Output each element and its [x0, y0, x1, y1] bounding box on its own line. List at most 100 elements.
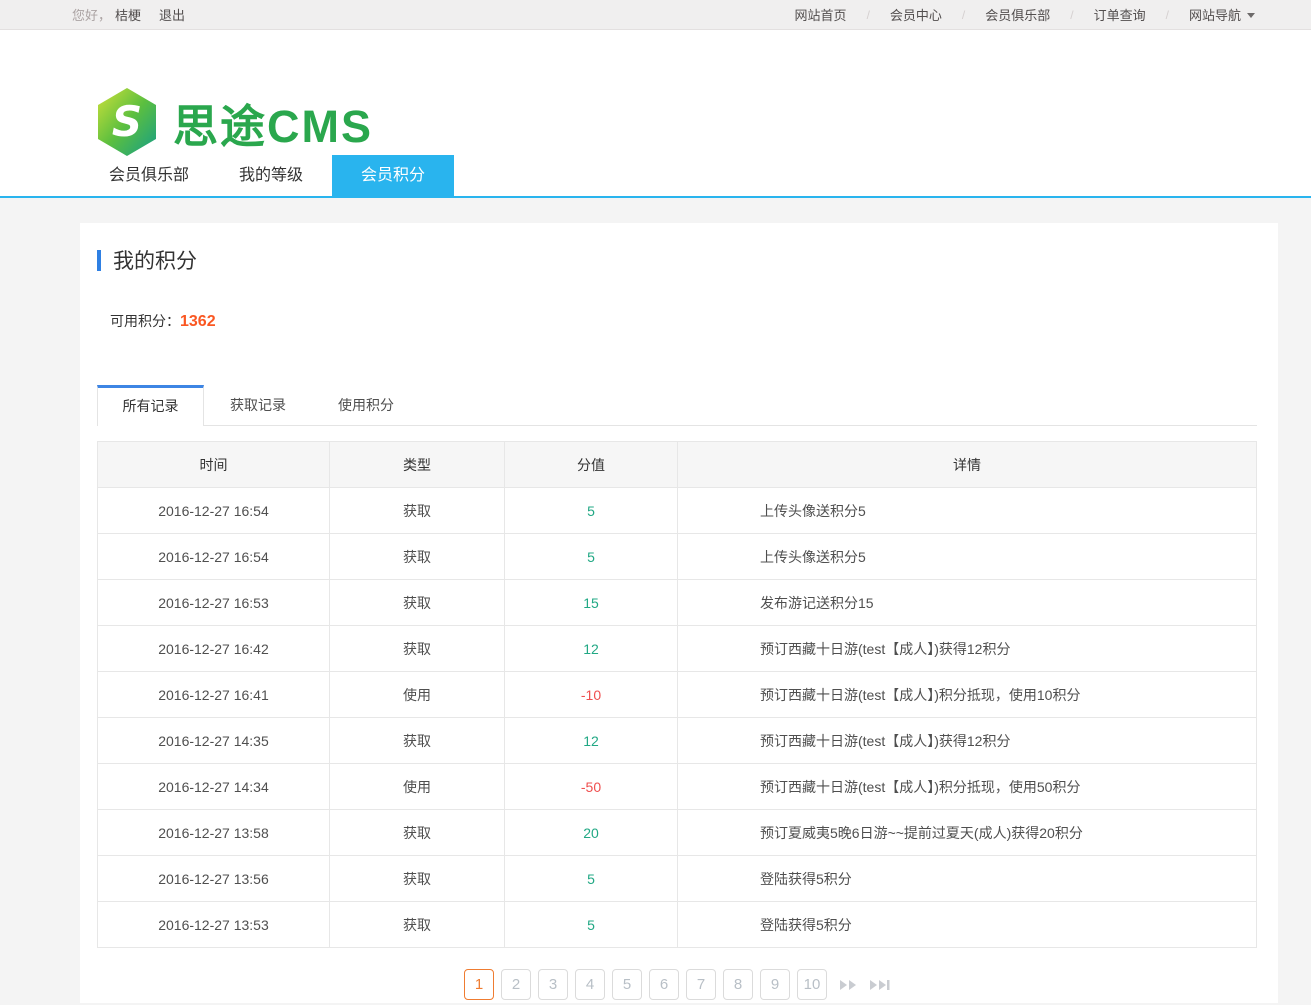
- subtab-earned-records[interactable]: 获取记录: [204, 385, 312, 425]
- tab-member-club[interactable]: 会员俱乐部: [88, 155, 210, 196]
- nav-item-home[interactable]: 网站首页: [775, 5, 867, 24]
- cell-value: 12: [505, 718, 678, 764]
- nav-item-site-nav[interactable]: 网站导航: [1169, 5, 1275, 24]
- fast-forward-icon: [840, 980, 857, 990]
- page-button-2[interactable]: 2: [501, 969, 531, 1000]
- page-title: 我的积分: [97, 249, 1257, 271]
- logo-hexagon-icon: S: [95, 87, 159, 157]
- table-row: 2016-12-27 14:35 获取 12 预订西藏十日游(test【成人】)…: [98, 718, 1257, 764]
- table-row: 2016-12-27 16:54 获取 5 上传头像送积分5: [98, 534, 1257, 580]
- cell-value: 12: [505, 626, 678, 672]
- cell-time: 2016-12-27 16:42: [98, 626, 330, 672]
- site-header: S 思途CMS 会员俱乐部 我的等级 会员积分: [0, 30, 1311, 198]
- points-delta: 12: [583, 641, 599, 657]
- svg-text:S: S: [112, 97, 142, 146]
- page-button-4[interactable]: 4: [575, 969, 605, 1000]
- cell-detail: 预订西藏十日游(test【成人】)积分抵现，使用10积分: [678, 672, 1257, 718]
- page-button-10[interactable]: 10: [797, 969, 827, 1000]
- points-value: 1362: [180, 313, 216, 330]
- available-points: 可用积分：1362: [110, 311, 1257, 329]
- table-row: 2016-12-27 16:42 获取 12 预订西藏十日游(test【成人】)…: [98, 626, 1257, 672]
- subtab-all-records[interactable]: 所有记录: [97, 385, 204, 426]
- table-row: 2016-12-27 16:54 获取 5 上传头像送积分5: [98, 488, 1257, 534]
- points-delta: 5: [587, 549, 595, 565]
- cell-type: 获取: [330, 580, 505, 626]
- last-page-button[interactable]: [870, 980, 890, 990]
- cell-time: 2016-12-27 13:53: [98, 902, 330, 948]
- cell-value: -50: [505, 764, 678, 810]
- points-delta: 5: [587, 503, 595, 519]
- cell-detail: 上传头像送积分5: [678, 488, 1257, 534]
- nav-item-site-nav-label: 网站导航: [1189, 8, 1241, 23]
- cell-value: 5: [505, 902, 678, 948]
- nav-item-member-center[interactable]: 会员中心: [870, 5, 962, 24]
- cell-time: 2016-12-27 14:35: [98, 718, 330, 764]
- page-button-3[interactable]: 3: [538, 969, 568, 1000]
- main-tabs: 会员俱乐部 我的等级 会员积分: [88, 155, 454, 196]
- pagination: 1 2 3 4 5 6 7 8 9 10: [97, 969, 1257, 1000]
- subtab-used-points[interactable]: 使用积分: [312, 385, 420, 425]
- page-button-1[interactable]: 1: [464, 969, 494, 1000]
- cell-detail: 预订西藏十日游(test【成人】)获得12积分: [678, 718, 1257, 764]
- cell-value: 5: [505, 534, 678, 580]
- page-title-text: 我的积分: [113, 245, 197, 275]
- page-button-5[interactable]: 5: [612, 969, 642, 1000]
- page-button-6[interactable]: 6: [649, 969, 679, 1000]
- cell-time: 2016-12-27 14:34: [98, 764, 330, 810]
- points-delta: 12: [583, 733, 599, 749]
- cell-time: 2016-12-27 16:54: [98, 534, 330, 580]
- cell-type: 获取: [330, 626, 505, 672]
- title-accent-bar: [97, 250, 101, 271]
- table-row: 2016-12-27 13:58 获取 20 预订夏威夷5晚6日游~~提前过夏天…: [98, 810, 1257, 856]
- cell-value: -10: [505, 672, 678, 718]
- cell-value: 5: [505, 856, 678, 902]
- cell-detail: 发布游记送积分15: [678, 580, 1257, 626]
- cell-type: 获取: [330, 718, 505, 764]
- main-area: 我的积分 可用积分：1362 所有记录 获取记录 使用积分 时间 类型 分值 详…: [0, 198, 1311, 1003]
- column-header-type: 类型: [330, 442, 505, 488]
- cell-type: 获取: [330, 856, 505, 902]
- cell-value: 20: [505, 810, 678, 856]
- cell-value: 15: [505, 580, 678, 626]
- tab-my-level[interactable]: 我的等级: [210, 155, 332, 196]
- skip-to-end-icon: [870, 980, 890, 990]
- cell-time: 2016-12-27 16:41: [98, 672, 330, 718]
- cell-time: 2016-12-27 16:54: [98, 488, 330, 534]
- table-row: 2016-12-27 16:41 使用 -10 预订西藏十日游(test【成人】…: [98, 672, 1257, 718]
- nav-item-member-club[interactable]: 会员俱乐部: [965, 5, 1070, 24]
- column-header-value: 分值: [505, 442, 678, 488]
- table-row: 2016-12-27 14:34 使用 -50 预订西藏十日游(test【成人】…: [98, 764, 1257, 810]
- site-logo[interactable]: S 思途CMS: [95, 87, 373, 157]
- cell-time: 2016-12-27 16:53: [98, 580, 330, 626]
- next-pages-button[interactable]: [840, 980, 857, 990]
- greeting-text: 您好，: [72, 5, 111, 24]
- cell-detail: 登陆获得5积分: [678, 856, 1257, 902]
- cell-detail: 预订西藏十日游(test【成人】)积分抵现，使用50积分: [678, 764, 1257, 810]
- page-button-9[interactable]: 9: [760, 969, 790, 1000]
- cell-type: 获取: [330, 488, 505, 534]
- cell-time: 2016-12-27 13:58: [98, 810, 330, 856]
- username-link[interactable]: 桔梗: [115, 5, 141, 24]
- tab-member-points[interactable]: 会员积分: [332, 155, 454, 196]
- points-delta: -50: [581, 779, 601, 795]
- points-delta: 5: [587, 871, 595, 887]
- points-delta: 20: [583, 825, 599, 841]
- chevron-down-icon: [1247, 13, 1255, 18]
- table-header-row: 时间 类型 分值 详情: [98, 442, 1257, 488]
- cell-value: 5: [505, 488, 678, 534]
- points-label: 可用积分：: [110, 313, 180, 329]
- record-subtabs: 所有记录 获取记录 使用积分: [97, 386, 1257, 426]
- page-button-7[interactable]: 7: [686, 969, 716, 1000]
- table-row: 2016-12-27 13:53 获取 5 登陆获得5积分: [98, 902, 1257, 948]
- points-delta: -10: [581, 687, 601, 703]
- cell-detail: 预订夏威夷5晚6日游~~提前过夏天(成人)获得20积分: [678, 810, 1257, 856]
- column-header-detail: 详情: [678, 442, 1257, 488]
- top-utility-bar: 您好， 桔梗 退出 网站首页 / 会员中心 / 会员俱乐部 / 订单查询 / 网…: [0, 0, 1311, 30]
- nav-item-order-query[interactable]: 订单查询: [1074, 5, 1166, 24]
- logout-link[interactable]: 退出: [159, 5, 185, 24]
- points-history-table: 时间 类型 分值 详情 2016-12-27 16:54 获取 5 上传头像送积…: [97, 441, 1257, 948]
- points-delta: 15: [583, 595, 599, 611]
- page-button-8[interactable]: 8: [723, 969, 753, 1000]
- logo-text: 思途CMS: [173, 90, 373, 155]
- table-row: 2016-12-27 16:53 获取 15 发布游记送积分15: [98, 580, 1257, 626]
